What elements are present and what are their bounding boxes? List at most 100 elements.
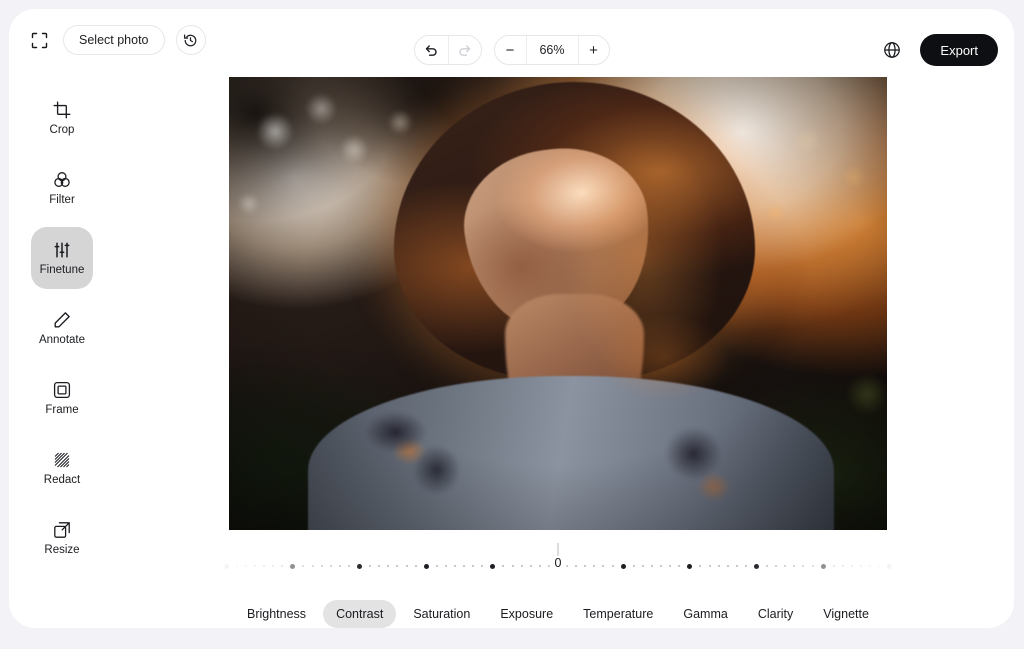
tab-brightness[interactable]: Brightness (234, 600, 319, 628)
slider-tick-major (290, 563, 296, 569)
sidebar-item-label: Frame (45, 403, 79, 416)
slider-tick-minor (632, 565, 635, 567)
tool-sidebar: Crop Filter Finetune Annotate Frame Reda… (22, 87, 102, 569)
sidebar-item-label: Annotate (38, 333, 86, 346)
globe-icon[interactable] (880, 38, 904, 62)
sidebar-item-redact[interactable]: Redact (31, 437, 93, 499)
slider-tick-minor (178, 565, 181, 567)
slider-tick-minor (520, 565, 523, 567)
slider-tick-minor (338, 565, 341, 567)
slider-tick-minor (784, 565, 787, 567)
slider-tick-minor (405, 565, 408, 567)
tab-vignette[interactable]: Vignette (810, 600, 882, 628)
expand-frame-icon[interactable] (26, 27, 52, 53)
select-photo-button[interactable]: Select photo (63, 25, 165, 55)
slider-tick-minor (214, 565, 217, 567)
slider-tick-minor (347, 565, 350, 567)
tab-clarity[interactable]: Clarity (745, 600, 806, 628)
slider-tick-minor (481, 565, 484, 567)
sidebar-item-resize[interactable]: Resize (31, 507, 93, 569)
slider-tick-major (157, 563, 163, 569)
slider-tick-minor (538, 565, 541, 567)
slider-tick-minor (435, 565, 438, 567)
tab-temperature[interactable]: Temperature (570, 600, 666, 628)
slider-tick-minor (744, 565, 747, 567)
slider-tick-minor (472, 565, 475, 567)
slider-tick-minor (678, 565, 681, 567)
pencil-icon (53, 310, 71, 330)
slider-tick-minor (302, 565, 305, 567)
slider-tick-minor (502, 565, 505, 567)
toolbar-right-group: Export (880, 34, 998, 66)
slider-tick-minor (908, 565, 911, 567)
slider-tick-major (953, 563, 959, 569)
slider-tick-minor (396, 565, 399, 567)
sidebar-item-filter[interactable]: Filter (31, 157, 93, 219)
slider-tick-minor (387, 565, 390, 567)
slider-tick-major (490, 563, 496, 569)
redo-arrow-icon[interactable] (447, 36, 481, 64)
toolbar-center-group: − 66% + (413, 35, 610, 65)
zoom-out-button[interactable]: − (495, 36, 526, 64)
select-photo-label: Select photo (79, 33, 149, 47)
slider-tick-minor (641, 565, 644, 567)
zoom-level-label[interactable]: 66% (525, 36, 578, 64)
slider-tick-minor (272, 565, 275, 567)
slider-tick-minor (735, 565, 738, 567)
slider-tick-minor (205, 565, 208, 567)
tab-gamma[interactable]: Gamma (670, 600, 740, 628)
sliders-icon (53, 240, 71, 260)
slider-tick-minor (444, 565, 447, 567)
slider-tick-minor (841, 565, 844, 567)
slider-tick-minor (329, 565, 332, 567)
slider-tick-minor (944, 565, 947, 567)
zoom-controls: − 66% + (493, 35, 610, 65)
slider-tick-minor (453, 565, 456, 567)
slider-tick-major (223, 563, 229, 569)
slider-tick-minor (984, 565, 987, 567)
redact-hatch-icon (53, 450, 71, 470)
slider-tick-minor (584, 565, 587, 567)
history-controls (413, 35, 482, 65)
history-revert-icon[interactable] (175, 25, 206, 55)
tab-exposure[interactable]: Exposure (487, 600, 566, 628)
slider-tick-minor (860, 565, 862, 567)
photo-preview[interactable] (229, 77, 887, 530)
slider-tick-minor (169, 565, 172, 567)
slider-tick-minor (669, 565, 672, 567)
slider-tick-major (887, 563, 893, 569)
sidebar-item-annotate[interactable]: Annotate (31, 297, 93, 359)
sidebar-item-label: Filter (49, 193, 75, 206)
slider-tick-minor (899, 565, 902, 567)
export-button[interactable]: Export (920, 34, 998, 66)
slider-tick-minor (147, 565, 150, 567)
sidebar-item-frame[interactable]: Frame (31, 367, 93, 429)
tab-saturation[interactable]: Saturation (400, 600, 483, 628)
slider-tick-minor (369, 565, 372, 567)
slider-tick-minor (775, 565, 778, 567)
slider-tick-minor (917, 565, 920, 567)
filter-circles-icon (53, 170, 71, 190)
adjustment-tabs: Brightness Contrast Saturation Exposure Temp… (220, 599, 896, 628)
slider-tick-minor (650, 565, 653, 567)
slider-tick-minor (196, 565, 199, 567)
undo-arrow-icon[interactable] (415, 36, 448, 64)
slider-tick-major (423, 563, 429, 569)
slider-tick-major (620, 563, 626, 569)
sidebar-item-label: Resize (44, 543, 80, 556)
resize-squares-icon (53, 520, 71, 540)
zoom-in-button[interactable]: + (577, 36, 609, 64)
slider-tick-minor (529, 565, 532, 567)
sidebar-item-finetune[interactable]: Finetune (31, 227, 93, 289)
slider-tick-major (820, 563, 826, 569)
slider-tick-minor (611, 565, 614, 567)
toolbar-left-group: Select photo (26, 25, 206, 55)
slider-tick-minor (811, 565, 814, 567)
slider-tick-minor (802, 565, 805, 567)
editor-window: Select photo − 66% + Export Crop Filter … (9, 9, 1014, 628)
slider-tick-major (687, 563, 693, 569)
photo-vignette-layer (229, 77, 887, 530)
slider-tick-minor (463, 565, 466, 567)
tab-contrast[interactable]: Contrast (323, 600, 397, 628)
sidebar-item-crop[interactable]: Crop (31, 87, 93, 149)
